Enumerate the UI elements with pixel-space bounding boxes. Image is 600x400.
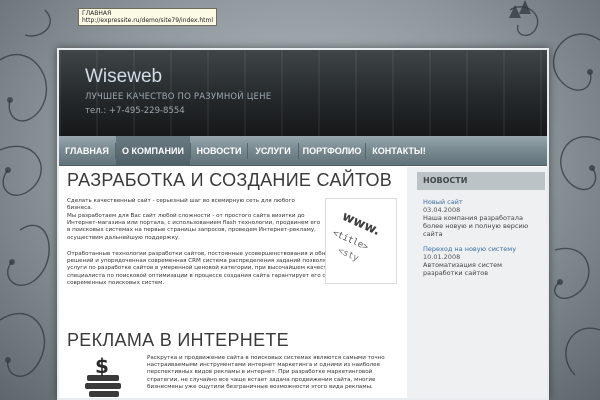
news-text: Наша компания разработала более новую и … [423, 214, 529, 238]
tooltip-url: http://expressite.ru/demo/site79/index.h… [82, 17, 214, 24]
nav-item-home[interactable]: ГЛАВНАЯ [59, 136, 115, 166]
news-text: Автоматизация систем разработки сайтов [423, 261, 503, 277]
news-date: 10.01.2008 [423, 253, 461, 261]
nav-item-about[interactable]: О КОМПАНИИ [116, 136, 190, 166]
nav-item-news[interactable]: НОВОСТИ [191, 136, 247, 166]
main-nav: ГЛАВНАЯ О КОМПАНИИ НОВОСТИ УСЛУГИ ПОРТФО… [59, 136, 547, 166]
sidebar-heading: НОВОСТИ [417, 172, 545, 190]
news-title-link[interactable]: Переход на новую систему [423, 245, 543, 253]
site-slogan: ЛУЧШЕЕ КАЧЕСТВО ПО РАЗУМНОЙ ЦЕНЕ [85, 92, 272, 102]
paragraph-intro: Сделать качественный сайт - серьезный ша… [67, 198, 295, 212]
paragraph-advertising: Раскрутка и продвижение сайта в поисковы… [147, 355, 385, 390]
link-tooltip: ГЛАВНАЯ http://expressite.ru/demo/site79… [78, 8, 218, 26]
heading-internet-advertising: РЕКЛАМА В ИНТЕРНЕТЕ [67, 330, 289, 350]
nav-item-services[interactable]: УСЛУГИ [248, 136, 298, 166]
news-item: Новый сайт 03.04.2008 Наша компания разр… [423, 198, 543, 238]
www-html-image: www. <title> <sty [325, 198, 397, 284]
news-item: Переход на новую систему 10.01.2008 Авто… [423, 245, 543, 277]
news-date: 03.04.2008 [423, 206, 461, 214]
news-title-link[interactable]: Новый сайт [423, 198, 543, 206]
site-phone: тел.: +7-495-229-8554 [85, 106, 185, 116]
paragraph-services: Мы разработаем для Вас сайт любой сложно… [67, 213, 321, 241]
nav-item-contacts[interactable]: КОНТАКТЫ! [366, 136, 432, 166]
site-logo[interactable]: Wiseweb [85, 66, 162, 88]
www-graphic: www. <title> <sty [331, 209, 383, 264]
heading-web-development: РАЗРАБОТКА И СОЗДАНИЕ САЙТОВ [67, 170, 393, 190]
content-area: РАЗРАБОТКА И СОЗДАНИЕ САЙТОВ Сделать кач… [59, 167, 547, 398]
site-container: Wiseweb ЛУЧШЕЕ КАЧЕСТВО ПО РАЗУМНОЙ ЦЕНЕ… [57, 48, 549, 400]
sidebar: НОВОСТИ Новый сайт 03.04.2008 Наша компа… [407, 167, 547, 398]
site-header: Wiseweb ЛУЧШЕЕ КАЧЕСТВО ПО РАЗУМНОЙ ЦЕНЕ… [59, 50, 547, 136]
dollar-icon: $ [81, 353, 125, 398]
svg-text:$: $ [95, 354, 109, 378]
nav-item-portfolio[interactable]: ПОРТФОЛИО [299, 136, 365, 166]
tooltip-title: ГЛАВНАЯ [82, 10, 112, 17]
